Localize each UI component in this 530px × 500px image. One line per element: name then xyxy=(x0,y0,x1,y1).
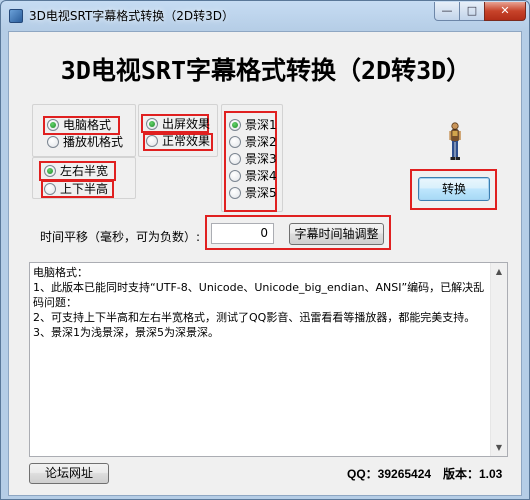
time-shift-label: 时间平移（毫秒，可为负数）: xyxy=(40,230,201,244)
info-textarea[interactable]: 电脑格式： 1、此版本已能同时支持“UTF-8、Unicode、Unicode_… xyxy=(29,262,508,457)
info-line: 电脑格式： xyxy=(33,266,88,279)
info-line: 3、景深1为浅景深，景深5为深景深。 xyxy=(33,326,219,339)
window-title: 3D电视SRT字幕格式转换（2D转3D） xyxy=(29,9,235,23)
info-line: 1、此版本已能同时支持“UTF-8、Unicode、Unicode_big_en… xyxy=(33,281,485,309)
radio-dot xyxy=(47,136,59,148)
radio-label: 左右半宽 xyxy=(60,164,109,178)
radio-label: 出屏效果 xyxy=(162,117,211,131)
radio-dot xyxy=(44,183,56,195)
radio-dot xyxy=(44,165,56,177)
person-figure-icon xyxy=(449,122,461,160)
timeline-adjust-button[interactable]: 字幕时间轴调整 xyxy=(289,223,384,245)
radio-label: 景深3 xyxy=(245,152,277,166)
qq-number: QQ：39265424 xyxy=(347,467,432,481)
radio-dot xyxy=(229,119,241,131)
radio-label: 上下半高 xyxy=(60,182,109,196)
radio-dot xyxy=(146,135,158,147)
radio-dot xyxy=(229,187,241,199)
radio-label: 电脑格式 xyxy=(63,118,112,132)
radio-dot xyxy=(229,153,241,165)
radio-label: 景深4 xyxy=(245,169,277,183)
radio-label: 正常效果 xyxy=(162,134,211,148)
close-button[interactable]: ✕ xyxy=(484,2,526,21)
title-bar[interactable]: 3D电视SRT字幕格式转换（2D转3D） — □ ✕ xyxy=(1,1,529,31)
scroll-down-icon[interactable]: ▼ xyxy=(491,439,507,456)
info-line: 2、可支持上下半高和左右半宽格式，测试了QQ影音、迅雷看看等播放器，都能完美支持… xyxy=(33,311,476,324)
radio-dot xyxy=(229,170,241,182)
time-shift-input[interactable]: 0 xyxy=(211,223,274,244)
info-text: 电脑格式： 1、此版本已能同时支持“UTF-8、Unicode、Unicode_… xyxy=(33,265,488,340)
radio-label: 景深2 xyxy=(245,135,277,149)
client-area: 3D电视SRT字幕格式转换（2D转3D） 电脑格式 播放机格式 左右半宽 上下半… xyxy=(8,31,522,496)
radio-dot xyxy=(229,136,241,148)
app-icon xyxy=(9,9,23,23)
convert-button[interactable]: 转换 xyxy=(418,177,490,201)
version-label: 版本：1.03 xyxy=(443,467,503,481)
radio-dot xyxy=(146,118,158,130)
radio-label: 景深5 xyxy=(245,186,277,200)
scroll-up-icon[interactable]: ▲ xyxy=(491,263,507,280)
minimize-button[interactable]: — xyxy=(434,2,460,21)
radio-label: 播放机格式 xyxy=(63,135,124,149)
maximize-button[interactable]: □ xyxy=(459,2,485,21)
radio-label: 景深1 xyxy=(245,118,277,132)
page-title: 3D电视SRT字幕格式转换（2D转3D） xyxy=(60,56,472,85)
app-window: 3D电视SRT字幕格式转换（2D转3D） — □ ✕ 3D电视SRT字幕格式转换… xyxy=(0,0,530,500)
vertical-scrollbar[interactable]: ▲ ▼ xyxy=(490,263,507,456)
forum-url-button[interactable]: 论坛网址 xyxy=(29,463,109,484)
radio-dot xyxy=(47,119,59,131)
